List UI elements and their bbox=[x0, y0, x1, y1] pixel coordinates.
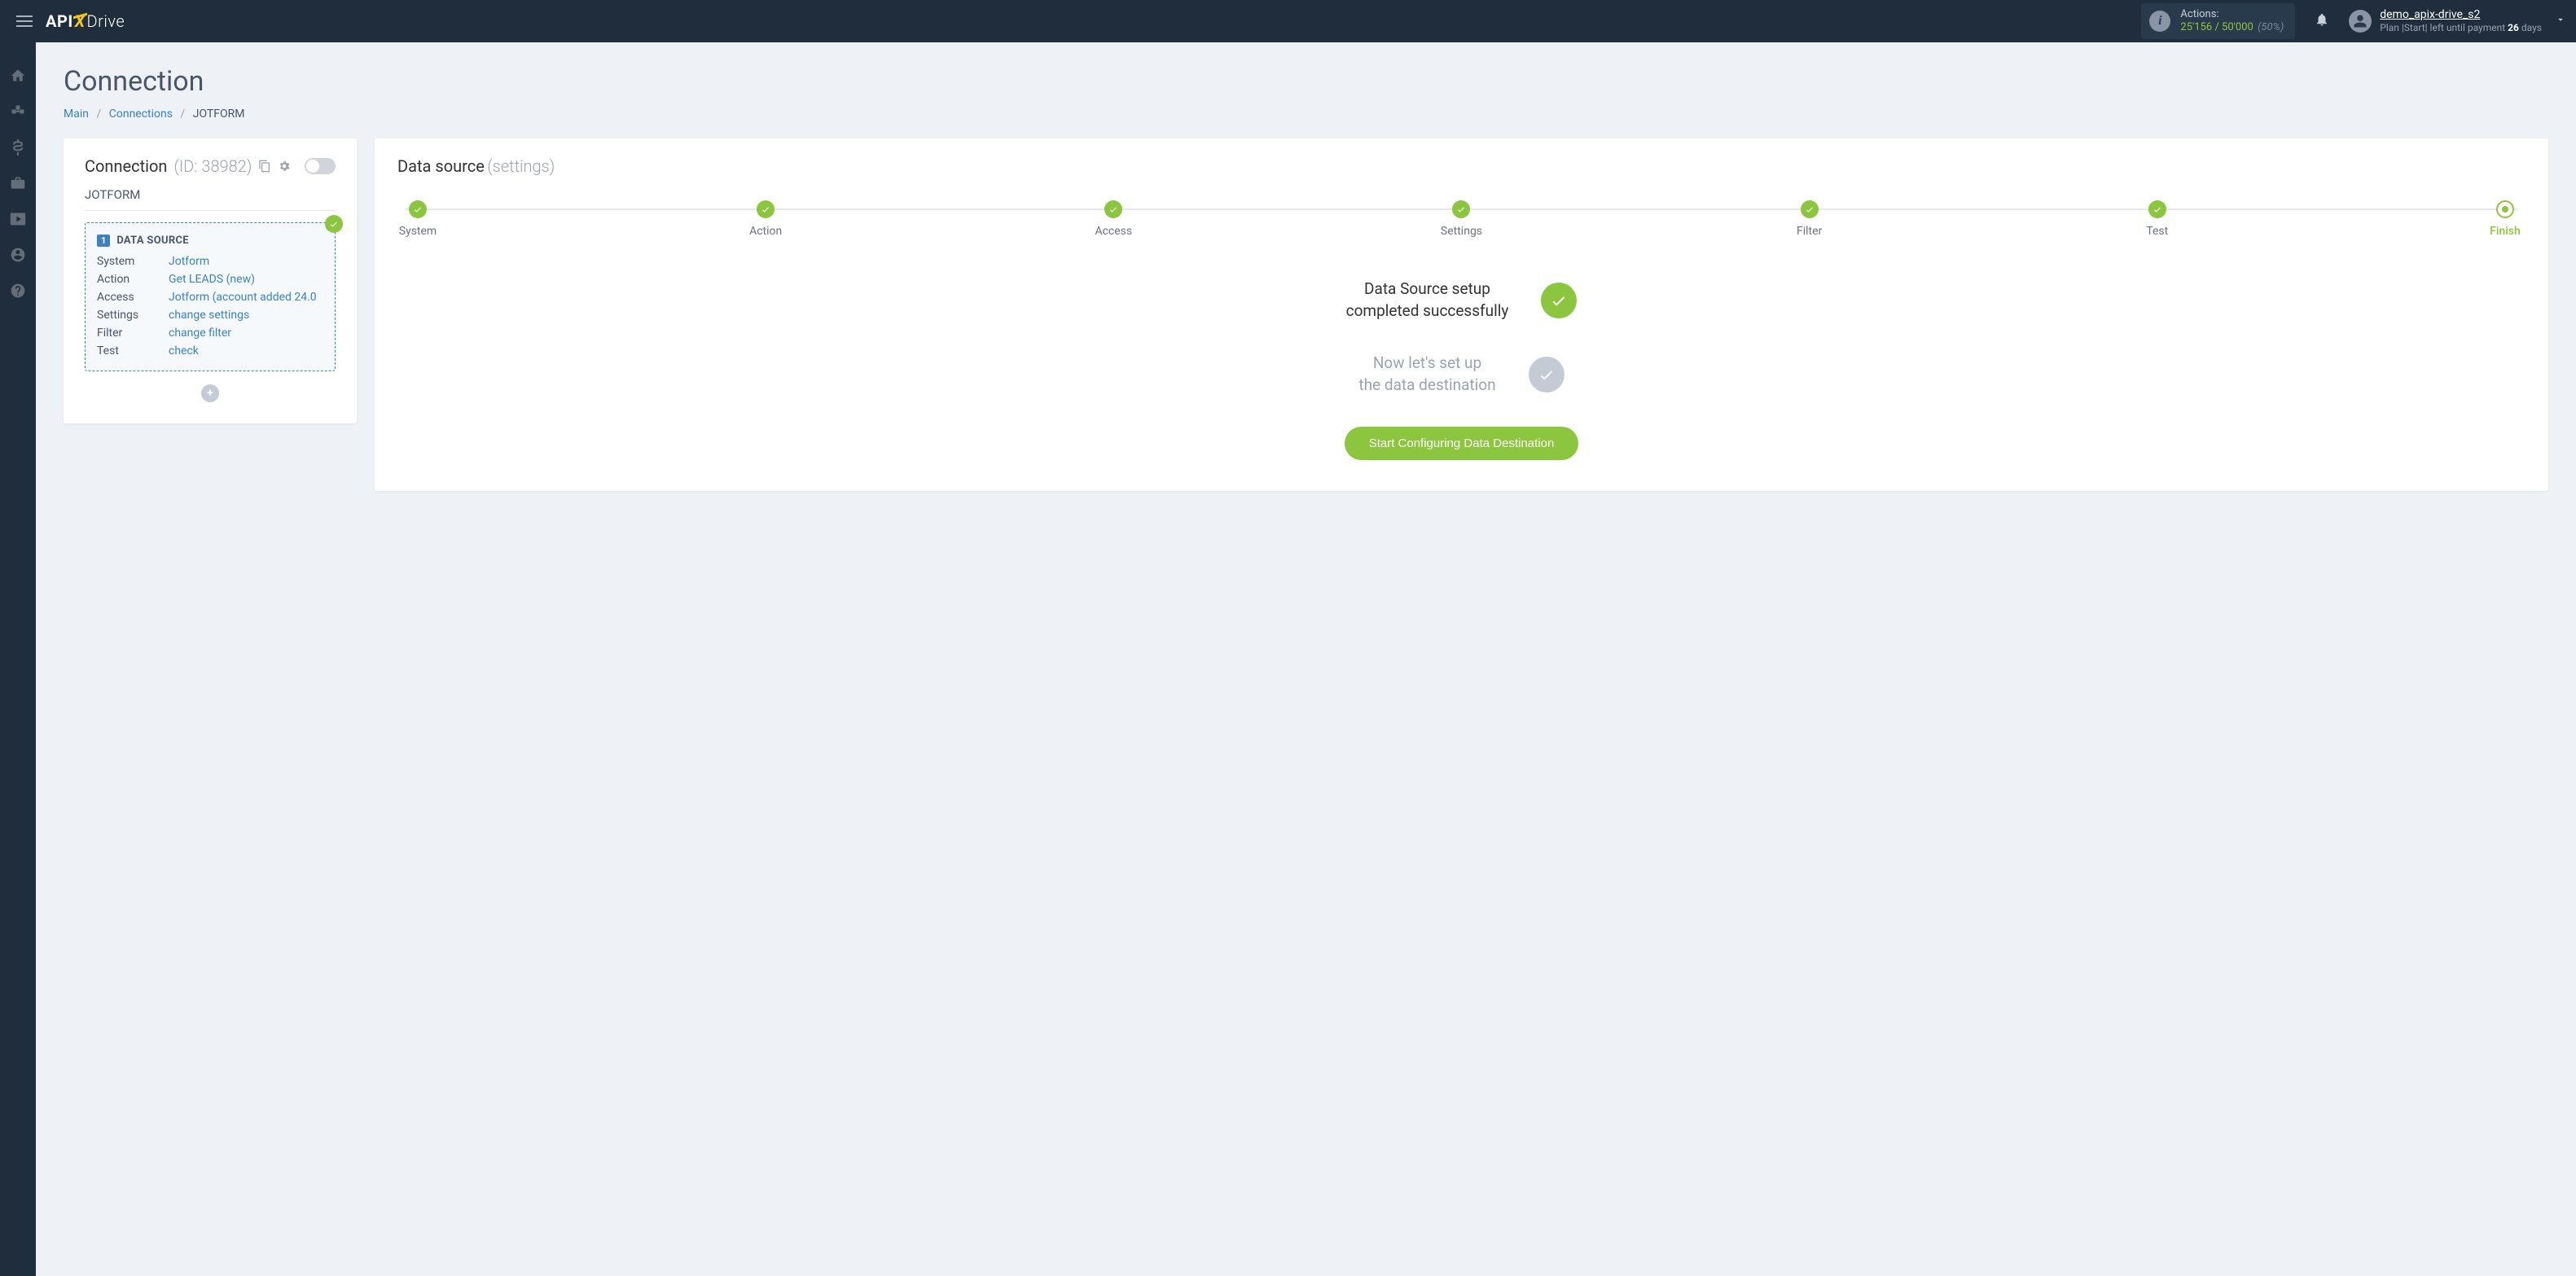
main-content: Connection Main / Connections / JOTFORM … bbox=[36, 42, 2576, 1276]
ds-row-label: Test bbox=[97, 344, 160, 357]
step-label: Test bbox=[2146, 225, 2168, 238]
copy-icon[interactable] bbox=[258, 160, 271, 173]
nav-home-icon[interactable] bbox=[9, 67, 27, 85]
settings-title: Data source bbox=[397, 156, 485, 176]
logo-text-x: X bbox=[75, 11, 86, 31]
ds-row-label: System bbox=[97, 255, 160, 268]
page-title: Connection bbox=[64, 65, 2548, 98]
check-circle-grey-icon bbox=[1529, 357, 1564, 392]
ds-row-label: Access bbox=[97, 291, 160, 304]
app-logo[interactable]: APIXDrive bbox=[46, 11, 125, 31]
ds-row-label: Filter bbox=[97, 327, 160, 340]
data-source-number: 1 bbox=[97, 235, 110, 247]
step-finish[interactable]: Finish bbox=[2485, 200, 2526, 238]
step-label: Settings bbox=[1441, 225, 1482, 238]
data-source-rows: System Jotform Action Get LEADS (new) Access… bbox=[97, 255, 323, 357]
user-avatar-icon bbox=[2349, 10, 2372, 33]
ds-row-value-link[interactable]: check bbox=[169, 344, 323, 357]
nav-billing-icon[interactable] bbox=[9, 138, 27, 156]
step-action[interactable]: Action bbox=[745, 200, 786, 238]
ds-row-value-link[interactable]: change settings bbox=[169, 309, 323, 322]
step-settings[interactable]: Settings bbox=[1441, 200, 1481, 238]
connection-title: Connection bbox=[85, 156, 167, 176]
breadcrumb-current: JOTFORM bbox=[193, 107, 245, 121]
nav-video-icon[interactable] bbox=[9, 210, 27, 228]
actions-pct: (50%) bbox=[2258, 21, 2284, 33]
start-configuring-button[interactable]: Start Configuring Data Destination bbox=[1345, 427, 1579, 460]
notifications-bell-icon[interactable] bbox=[2310, 7, 2334, 36]
ds-row-value-link[interactable]: Jotform bbox=[169, 255, 323, 268]
ds-row-value-link[interactable]: Jotform (account added 24.0 bbox=[169, 291, 323, 304]
step-system[interactable]: System bbox=[397, 200, 438, 238]
ds-row-value-link[interactable]: change filter bbox=[169, 327, 323, 340]
step-label: Action bbox=[749, 225, 782, 238]
gear-icon[interactable] bbox=[278, 160, 291, 173]
user-name: demo_apix-drive_s2 bbox=[2380, 8, 2542, 22]
breadcrumb-connections-link[interactable]: Connections bbox=[109, 107, 173, 121]
step-circle-icon bbox=[2148, 200, 2166, 218]
actions-used: 25'156 bbox=[2180, 21, 2212, 33]
actions-limit: / 50'000 bbox=[2214, 21, 2253, 33]
step-label: Finish bbox=[2490, 225, 2521, 238]
connection-id: (ID: 38982) bbox=[173, 156, 252, 176]
chevron-down-icon[interactable] bbox=[2555, 14, 2566, 29]
step-circle-icon bbox=[2496, 200, 2514, 218]
step-label: Filter bbox=[1797, 225, 1822, 238]
nav-profile-icon[interactable] bbox=[9, 246, 27, 264]
step-access[interactable]: Access bbox=[1093, 200, 1134, 238]
check-circle-icon bbox=[1541, 283, 1577, 318]
actions-usage-box[interactable]: i Actions: 25'156 / 50'000 (50%) bbox=[2141, 3, 2295, 38]
settings-panel: Data source (settings) System Action Acces… bbox=[375, 138, 2548, 491]
step-label: System bbox=[399, 225, 437, 238]
info-icon: i bbox=[2149, 11, 2170, 32]
wizard-stepper: System Action Access Settings Filter Test Fini… bbox=[397, 200, 2526, 238]
ds-row-label: Action bbox=[97, 273, 160, 286]
step-circle-icon bbox=[409, 200, 427, 218]
nav-briefcase-icon[interactable] bbox=[9, 174, 27, 192]
check-badge-icon bbox=[325, 215, 343, 233]
step-circle-icon bbox=[1452, 200, 1470, 218]
connection-name: JOTFORM bbox=[85, 187, 336, 211]
nav-connections-icon[interactable] bbox=[9, 103, 27, 121]
logo-text-drive: Drive bbox=[87, 11, 125, 31]
sidebar-nav bbox=[0, 42, 36, 1276]
status-next-text: Now let's set upthe data destination bbox=[1358, 353, 1495, 396]
data-source-heading: DATA SOURCE bbox=[116, 235, 189, 247]
breadcrumb: Main / Connections / JOTFORM bbox=[64, 107, 2548, 121]
nav-help-icon[interactable] bbox=[9, 282, 27, 300]
actions-label: Actions: bbox=[2180, 8, 2284, 21]
connection-panel: Connection (ID: 38982) JOTFORM 1 DATA SO… bbox=[64, 138, 357, 423]
ds-row-label: Settings bbox=[97, 309, 160, 322]
top-header: APIXDrive i Actions: 25'156 / 50'000 (50… bbox=[0, 0, 2576, 42]
user-plan: Plan |Start| left until payment 26 days bbox=[2380, 22, 2542, 33]
add-destination-button[interactable] bbox=[201, 384, 219, 402]
step-circle-icon bbox=[1104, 200, 1122, 218]
step-filter[interactable]: Filter bbox=[1789, 200, 1830, 238]
step-test[interactable]: Test bbox=[2137, 200, 2178, 238]
step-circle-icon bbox=[757, 200, 775, 218]
step-label: Access bbox=[1095, 225, 1132, 238]
breadcrumb-main-link[interactable]: Main bbox=[64, 107, 89, 121]
ds-row-value-link[interactable]: Get LEADS (new) bbox=[169, 273, 323, 286]
settings-subtitle: (settings) bbox=[487, 156, 555, 176]
data-source-box[interactable]: 1 DATA SOURCE System Jotform Action Get LEA… bbox=[85, 222, 336, 371]
menu-toggle-button[interactable] bbox=[10, 9, 39, 33]
logo-text-api: API bbox=[46, 11, 73, 31]
connection-toggle[interactable] bbox=[305, 158, 336, 174]
status-success-text: Data Source setupcompleted successfully bbox=[1346, 278, 1509, 322]
user-menu[interactable]: demo_apix-drive_s2 Plan |Start| left unt… bbox=[2349, 8, 2566, 33]
step-circle-icon bbox=[1801, 200, 1819, 218]
